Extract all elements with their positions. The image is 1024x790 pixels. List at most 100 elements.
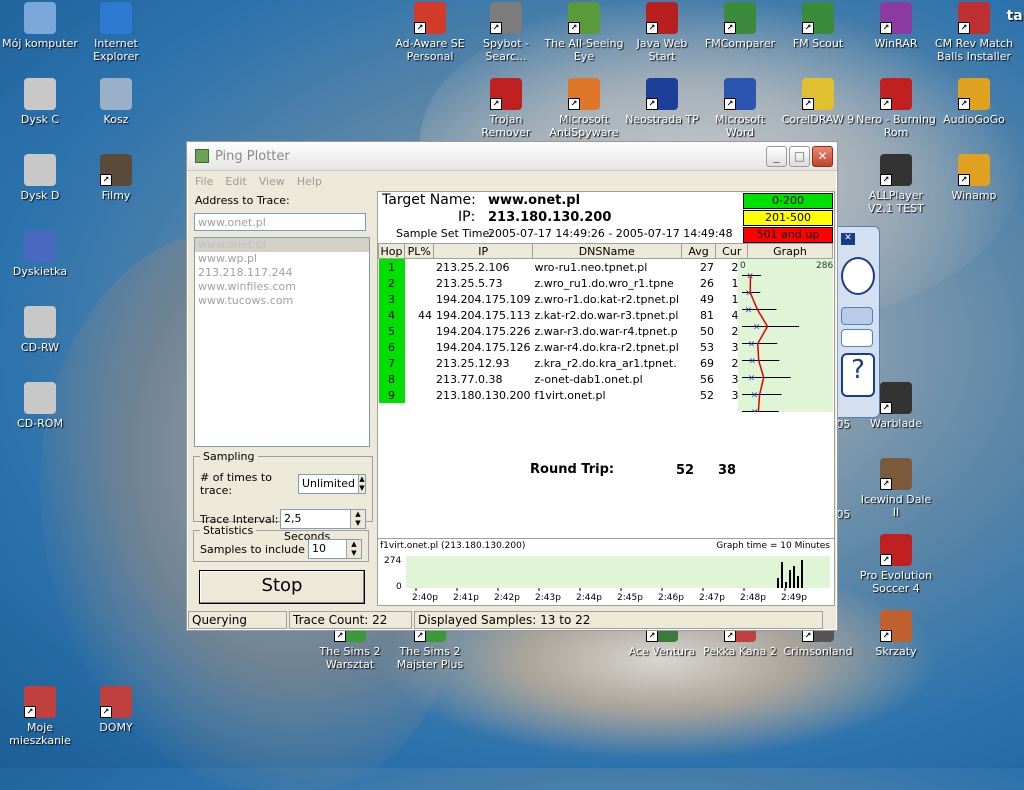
desktop-icon-label: Java Web Start [636, 37, 688, 63]
shortcut-arrow-icon: ↗ [802, 630, 814, 642]
list-item[interactable]: www.wp.pl [195, 252, 369, 266]
widget-button[interactable] [841, 329, 873, 347]
desktop-icon-label: Microsoft AntiSpyware [549, 113, 619, 139]
time-tick-label: 2:46p [658, 593, 684, 603]
shortcut-arrow-icon: ↗ [880, 22, 892, 34]
menu-bar: File Edit View Help [187, 171, 837, 191]
menu-edit[interactable]: Edit [225, 175, 246, 188]
desktop-icon[interactable]: ↗ Microsoft AntiSpyware [544, 78, 624, 139]
desktop-icon[interactable]: ↗ Moje mieszkanie [0, 686, 80, 747]
stop-button[interactable]: Stop [199, 570, 365, 604]
graph-time-label: Graph time = 10 Minutes [716, 541, 830, 551]
list-item[interactable]: www.tucows.com [195, 294, 369, 308]
title-bar[interactable]: Ping Plotter _ □ ✕ [187, 142, 837, 171]
desktop-icon-label: FMComparer [704, 37, 776, 50]
pl-cell [405, 291, 434, 307]
menu-help[interactable]: Help [297, 175, 322, 188]
shortcut-arrow-icon: ↗ [802, 22, 814, 34]
col-graph[interactable]: Graph [747, 243, 833, 259]
desktop-icon[interactable]: ↗ AudioGoGo [934, 78, 1014, 126]
desktop-icon[interactable]: ↗ Filmy [76, 154, 156, 202]
spin-up-icon[interactable]: ▲ [351, 510, 365, 519]
desktop-icon[interactable]: Dysk C [0, 78, 80, 126]
time-graph[interactable]: f1virt.onet.pl (213.180.130.200) Graph t… [377, 538, 835, 606]
widget-button[interactable] [841, 307, 873, 325]
hop-cell: 5 [378, 323, 405, 339]
desktop-icon[interactable]: ↗ DOMY [76, 686, 156, 734]
spin-up-icon[interactable]: ▲ [347, 540, 361, 549]
desktop-icon[interactable]: Dyskietka [0, 230, 80, 278]
spin-up-icon[interactable]: ▲ [358, 475, 365, 484]
desktop-icon[interactable]: ↗ ALLPlayer V2.1 TEST [856, 154, 936, 215]
desktop-icon[interactable]: Internet Explorer [76, 2, 156, 63]
address-input[interactable]: www.onet.pl [194, 213, 366, 231]
desktop-icon[interactable]: Dysk D [0, 154, 80, 202]
ping-plotter-window[interactable]: Ping Plotter _ □ ✕ File Edit View Help A… [186, 141, 838, 631]
shortcut-arrow-icon: ↗ [568, 22, 580, 34]
close-button[interactable]: ✕ [812, 145, 833, 167]
pes4-icon: ↗ [880, 534, 912, 566]
address-history-list[interactable]: www.onet.pl www.wp.pl 213.218.117.244 ww… [194, 237, 370, 447]
desktop-icon[interactable]: ↗ Pro Evolution Soccer 4 [856, 534, 936, 595]
time-graph-caption: f1virt.onet.pl (213.180.130.200) [380, 541, 526, 551]
time-tick-label: 2:42p [494, 593, 520, 603]
col-cur[interactable]: Cur [715, 243, 749, 259]
samples-spinner[interactable]: 10 ▲ ▼ [308, 539, 362, 559]
desktop-icon[interactable]: ↗ Winamp [934, 154, 1014, 202]
time-tick-label: 2:41p [453, 593, 479, 603]
desktop-icon-label: Neostrada TP [625, 113, 699, 126]
help-icon[interactable]: ? [841, 353, 875, 397]
desktop-icon-label: Moje mieszkanie [9, 721, 71, 747]
maximize-button[interactable]: □ [789, 145, 810, 167]
desktop-icon-label: Kosz [103, 113, 129, 126]
desktop-icon[interactable]: ↗ Neostrada TP [622, 78, 702, 126]
desktop-icon[interactable]: ↗ Nero - Burning Rom [856, 78, 936, 139]
desktop-icon[interactable]: ↗ WinRAR [856, 2, 936, 50]
desktop-icon[interactable]: ↗ Java Web Start [622, 2, 702, 63]
times-spinner[interactable]: Unlimited ▲ ▼ [298, 474, 366, 494]
menu-view[interactable]: View [259, 175, 285, 188]
spin-down-icon[interactable]: ▼ [358, 484, 365, 493]
col-avg[interactable]: Avg [680, 243, 717, 259]
side-widget[interactable]: ✕ ? [836, 226, 880, 418]
desktop-icon[interactable]: ↗ Spybot - Searc... [466, 2, 546, 63]
list-item[interactable]: www.onet.pl [195, 238, 369, 252]
pl-cell [405, 387, 434, 403]
desktop-icon[interactable]: ↗ CorelDRAW 9 [778, 78, 858, 126]
ip-cell: 194.204.175.226 [435, 324, 531, 338]
desktop-icon[interactable]: ↗ The All-Seeing Eye [544, 2, 624, 63]
shortcut-arrow-icon: ↗ [880, 98, 892, 110]
col-ip[interactable]: IP [433, 243, 533, 259]
minimize-button[interactable]: _ [766, 145, 787, 167]
recycle-bin-icon [100, 78, 132, 110]
cd-rom-icon [24, 382, 56, 414]
desktop-icon[interactable]: Kosz [76, 78, 156, 126]
desktop-icon[interactable]: ↗ Trojan Remover [466, 78, 546, 139]
desktop-icon[interactable]: ↗ FMComparer [700, 2, 780, 50]
col-dnsname[interactable]: DNSName [531, 243, 682, 259]
desktop-icon[interactable]: ↗ Ad-Aware SE Personal [390, 2, 470, 63]
desktop-icon-label: CorelDRAW 9 [781, 113, 855, 126]
desktop-icon[interactable]: CD-ROM [0, 382, 80, 430]
desktop-icon-label: Dysk C [20, 113, 60, 126]
close-icon[interactable]: ✕ [841, 233, 855, 245]
desktop-icon[interactable]: CD-RW [0, 306, 80, 354]
power-icon[interactable] [841, 257, 875, 295]
desktop-icon[interactable]: ↗ FM Scout [778, 2, 858, 50]
time-tick-label: 2:47p [699, 593, 725, 603]
spin-down-icon[interactable]: ▼ [347, 549, 361, 558]
list-item[interactable]: www.winfiles.com [195, 280, 369, 294]
col-hop[interactable]: Hop [377, 243, 406, 259]
list-item[interactable]: 213.218.117.244 [195, 266, 369, 280]
col-pl[interactable]: PL% [404, 243, 435, 259]
fm-scout-icon: ↗ [802, 2, 834, 34]
status-bar: Querying Trace Count: 22 Displayed Sampl… [187, 610, 837, 630]
desktop-icon[interactable]: ↗ Skrzaty [856, 610, 936, 658]
hop-current-marker: × [748, 340, 756, 350]
desktop-icon-label: Winamp [951, 189, 997, 202]
menu-file[interactable]: File [195, 175, 213, 188]
desktop-icon[interactable]: ↗ Microsoft Word [700, 78, 780, 139]
time-graph-bg [406, 556, 830, 588]
dns-cell: z.kat-r2.do.war-r3.tpnet.pl [534, 308, 679, 322]
desktop-icon[interactable]: Mój komputer [0, 2, 80, 50]
